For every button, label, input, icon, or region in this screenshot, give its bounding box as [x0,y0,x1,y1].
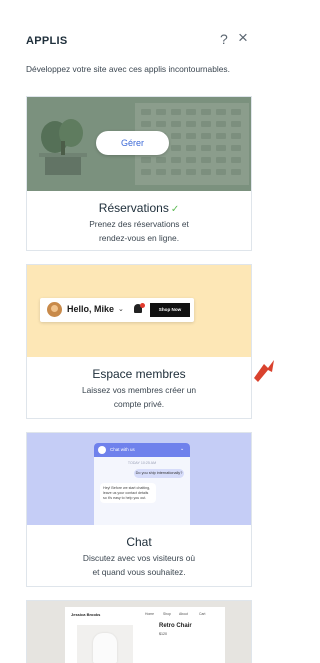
app-description-line: compte privé. [113,398,165,409]
chat-header: Chat with us ⌄ [94,443,190,457]
app-description-line: Discutez avec vos visiteurs où [82,553,196,563]
store-preview-image: Jessica Brooks Home Shop About Cart Retr… [27,601,251,663]
close-icon[interactable]: × [238,28,248,48]
preview-greeting: Hello, Mike [67,304,115,314]
app-name: Espace membres [92,367,186,381]
store-nav-item: Shop [163,612,171,616]
app-name: Chat [126,535,152,549]
installed-check-icon: ✓ [170,204,180,215]
preview-shop-button: Shop Now [150,303,190,317]
app-description-line: et quand vous souhaitez. [92,566,186,577]
avatar [47,302,62,317]
app-card-chat[interactable]: Chat with us ⌄ TODAY 10:25 AM Do you shi… [26,432,252,587]
panel-header: APPLIS ? × Développez votre site avec ce… [0,0,272,100]
store-nav-item: Home [145,612,155,616]
chat-header-text: Chat with us [110,447,135,452]
app-name: Réservations ✓ [27,201,251,215]
member-preview-bar: Hello, Mike ⌄ Shop Now [40,298,194,322]
help-icon[interactable]: ? [220,31,228,47]
pointer-arrow-icon [254,360,274,382]
app-description: Discutez avec vos visiteurs où et quand … [27,552,251,579]
product-price: $120 [159,632,167,636]
card-body: Espace membres Laissez vos membres créer… [27,357,251,411]
chat-bubble-outgoing: Do you ship internationally? [134,469,184,478]
panel-subtitle: Développez votre site avec ces applis in… [26,64,230,74]
reservations-preview-image: Gérer [27,97,251,191]
notification-dot [140,303,145,308]
app-card-reservations[interactable]: Gérer Réservations ✓ Prenez des réservati… [26,96,252,251]
app-description: Laissez vos membres créer un compte priv… [27,384,251,411]
app-description-line: Laissez vos membres créer un [81,385,197,395]
manage-button[interactable]: Gérer [96,131,169,155]
chat-timestamp: TODAY 10:25 AM [127,461,157,465]
app-card-store[interactable]: Jessica Brooks Home Shop About Cart Retr… [26,600,252,663]
chat-window-preview: Chat with us ⌄ TODAY 10:25 AM Do you shi… [94,443,190,525]
app-description: Prenez des réservations et rendez-vous e… [27,218,251,245]
chair-illustration [93,633,117,663]
chevron-down-icon: ⌄ [118,306,124,313]
app-description-line: Prenez des réservations et [89,219,189,229]
store-brand: Jessica Brooks [71,612,101,617]
chat-bubble-incoming: Hey! Before we start chatting, leave us … [100,483,156,503]
store-page-preview: Jessica Brooks Home Shop About Cart Retr… [65,607,225,663]
product-image [77,625,133,663]
app-name-text: Réservations [98,201,169,215]
panel-title: APPLIS [26,35,68,47]
chat-preview-image: Chat with us ⌄ TODAY 10:25 AM Do you shi… [27,433,251,525]
card-body: Chat Discutez avec vos visiteurs où et q… [27,525,251,579]
store-nav-item: About [179,612,188,616]
chat-avatar [98,446,106,454]
app-description-line: rendez-vous en ligne. [98,232,180,243]
product-title: Retro Chair [159,623,192,629]
card-body: Réservations ✓ Prenez des réservations et… [27,191,251,245]
chevron-down-icon: ⌄ [180,446,185,452]
app-card-members[interactable]: Hello, Mike ⌄ Shop Now Espace membres La… [26,264,252,419]
members-preview-image: Hello, Mike ⌄ Shop Now [27,265,251,357]
store-nav-item: Cart [199,612,206,616]
